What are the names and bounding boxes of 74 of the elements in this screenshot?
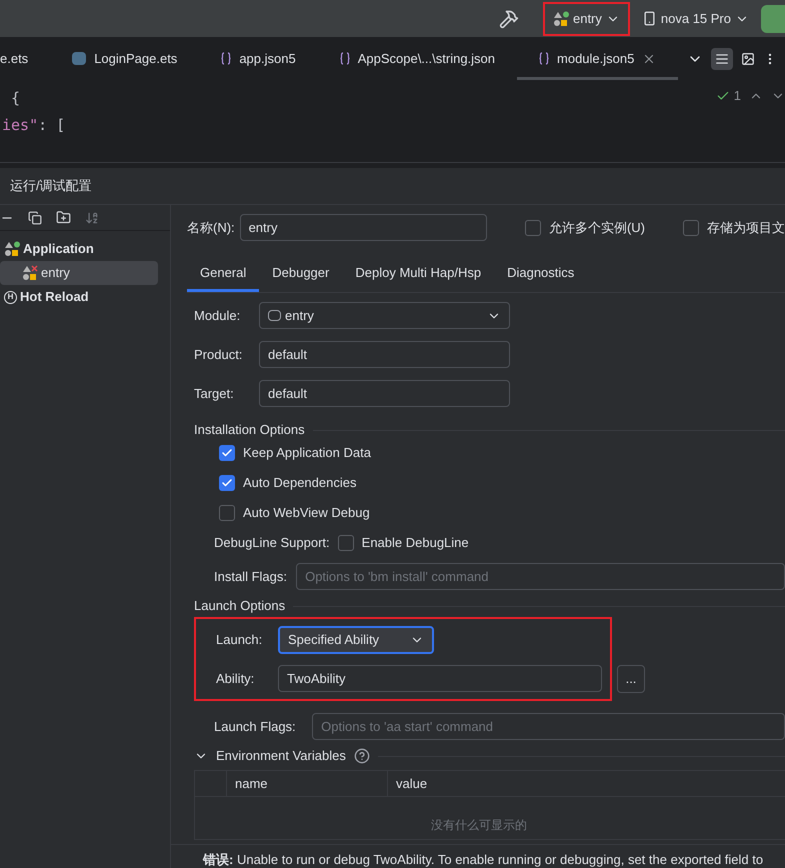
check-icon (221, 477, 233, 489)
error-message: 错误: Unable to run or debug TwoAbility. To enable running or debugging, set the exported field to (203, 852, 764, 867)
hammer-icon[interactable] (498, 8, 519, 28)
phone-icon (642, 11, 657, 26)
code-line: { (10, 88, 20, 110)
device-selector[interactable]: nova 15 Pro (642, 8, 749, 28)
column-header: value (395, 774, 428, 793)
checkbox-label: Keep Application Data (243, 444, 371, 462)
sort-icon[interactable] (85, 210, 99, 224)
tab[interactable]: Debugger (259, 254, 342, 292)
field-label: Launch Flags: (214, 718, 297, 736)
section-title: Installation Options (194, 421, 305, 440)
field-label: Product: (194, 346, 244, 364)
ability-field[interactable]: TwoAbility (278, 665, 602, 692)
folder-add-icon[interactable] (56, 210, 71, 225)
checkbox-label: 允许多个实例(U) (548, 218, 645, 237)
field-label: Ability: (216, 670, 256, 688)
app-shapes-icon (22, 265, 38, 281)
text-field[interactable]: default (259, 380, 510, 407)
checkbox-label: 存储为项目文 (707, 218, 785, 237)
dialog-title: 运行/调试配置 (0, 168, 785, 205)
editor-tab[interactable]: app.json5 (199, 37, 318, 80)
field-label: Install Flags: (214, 568, 288, 586)
braces-icon (340, 52, 350, 65)
tab[interactable]: Diagnostics (494, 254, 588, 292)
tree-item[interactable]: entry (0, 261, 158, 285)
checkbox[interactable] (524, 220, 541, 236)
checkbox[interactable] (219, 475, 235, 491)
code-line: ies": [ (1, 115, 66, 136)
app-shapes-icon (4, 241, 20, 257)
file-icon (72, 52, 86, 65)
app-shapes-icon (552, 10, 569, 26)
empty-message: 没有什么可显示的 (430, 817, 528, 834)
editor-tab[interactable]: LoginPage.ets (50, 37, 200, 80)
run-button[interactable] (761, 4, 785, 32)
editor-tab[interactable]: e.ets (0, 37, 50, 80)
install-flags-field[interactable]: Options to 'bm install' command (296, 563, 785, 590)
checkbox-label: Auto WebView Debug (243, 504, 370, 522)
checkbox-label: Enable DebugLine (362, 534, 469, 552)
checkbox[interactable] (219, 505, 235, 521)
check-icon (221, 447, 233, 459)
tab[interactable]: Deploy Multi Hap/Hsp (342, 254, 494, 292)
checkbox-label: Auto Dependencies (243, 474, 356, 492)
section-title: Environment Variables (216, 747, 346, 766)
copy-icon[interactable] (28, 210, 42, 224)
browse-button[interactable]: ... (617, 665, 645, 693)
lines-icon (715, 52, 729, 66)
inspection-count: 1 (716, 86, 741, 106)
section-title: Launch Options (194, 597, 286, 616)
field-label: Launch: (216, 631, 264, 650)
braces-icon (539, 52, 550, 65)
run-config-selector[interactable]: entry (542, 2, 630, 36)
hot-reload-icon: H (4, 290, 17, 304)
braces-icon (221, 52, 232, 65)
field-label: DebugLine Support: (214, 534, 330, 552)
list-view-button[interactable] (711, 48, 733, 70)
checkbox[interactable] (219, 445, 235, 461)
name-field[interactable]: entry (240, 214, 487, 241)
field-label: Module: (194, 306, 242, 325)
checkbox[interactable] (683, 220, 699, 236)
column-header: name (227, 771, 388, 796)
field-label: Target: (194, 384, 235, 403)
module-dropdown[interactable]: entry (259, 302, 510, 329)
text-field[interactable]: default (259, 341, 510, 368)
tab[interactable]: General (187, 254, 260, 292)
field-label: 名称(N): (187, 218, 236, 237)
checkbox[interactable] (338, 535, 354, 551)
launch-dropdown[interactable]: Specified Ability (278, 626, 434, 654)
help-icon[interactable] (354, 748, 370, 764)
tree-item[interactable]: Application (0, 237, 158, 261)
editor-tab[interactable]: AppScope\...\string.json (318, 37, 518, 80)
preview-icon[interactable] (741, 52, 755, 66)
launch-flags-field[interactable]: Options to 'aa start' command (312, 713, 785, 740)
tree-item[interactable]: H Hot Reload (0, 285, 158, 309)
